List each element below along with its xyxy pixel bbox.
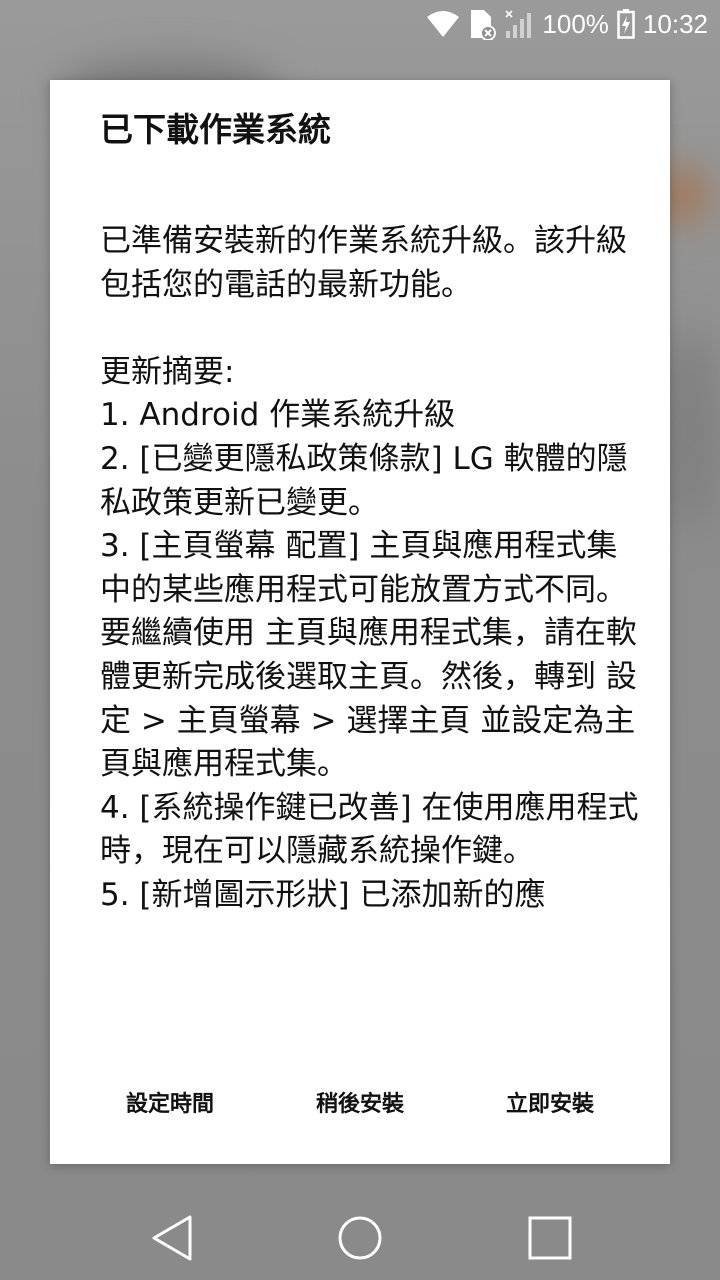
status-icons: 100% 10:32 [426,6,708,42]
set-time-button[interactable]: 設定時間 [90,1072,250,1132]
home-icon [338,1216,382,1260]
dialog-button-bar: 設定時間 稍後安裝 立即安裝 [50,1054,670,1164]
battery-percent: 100% [542,8,609,39]
recents-button[interactable] [520,1208,580,1268]
back-icon [152,1215,192,1261]
install-later-button[interactable]: 稍後安裝 [280,1072,440,1132]
home-button[interactable] [330,1208,390,1268]
dialog-title: 已下載作業系統 [100,110,331,149]
wifi-icon [426,10,460,38]
update-dialog: 已下載作業系統 已準備安裝新的作業系統升級。該升級包括您的電話的最新功能。 更新… [50,80,670,1164]
clock: 10:32 [642,8,708,39]
status-bar: 100% 10:32 [0,0,720,48]
dialog-message[interactable]: 已準備安裝新的作業系統升級。該升級包括您的電話的最新功能。 更新摘要: 1. A… [100,220,640,1032]
recents-icon [528,1216,572,1260]
navigation-bar [0,1188,720,1280]
signal-icon [504,9,534,39]
install-now-button[interactable]: 立即安裝 [470,1072,630,1132]
back-button[interactable] [142,1208,202,1268]
no-sim-icon [468,8,497,40]
battery-charging-icon [617,9,635,39]
